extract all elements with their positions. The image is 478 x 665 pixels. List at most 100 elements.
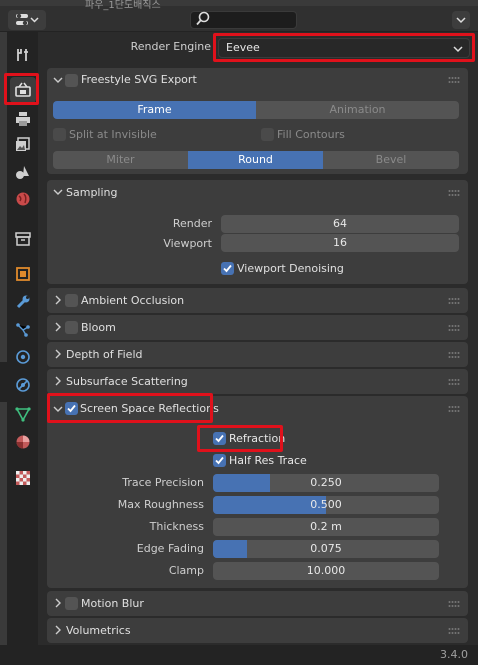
particles-icon (16, 323, 30, 337)
render-samples-field[interactable]: 64 (221, 215, 459, 233)
depth-of-field-panel[interactable]: Depth of Field (47, 342, 468, 367)
tab-physics[interactable] (10, 344, 36, 370)
chevron-down-icon (456, 17, 466, 24)
chevron-right-icon (55, 625, 61, 635)
edge-fading-slider[interactable]: 0.075 (213, 540, 439, 558)
viewport-denoising-label: Viewport Denoising (237, 262, 344, 275)
sampling-title: Sampling (66, 186, 118, 199)
ambient-occlusion-title: Ambient Occlusion (81, 294, 185, 307)
chevron-down-icon (53, 189, 63, 195)
viewport-samples-field[interactable]: 16 (221, 234, 459, 252)
trace-precision-slider[interactable]: 0.250 (213, 474, 439, 492)
animation-mode-tab[interactable]: Animation (256, 101, 459, 119)
texture-checker-icon (16, 471, 30, 485)
split-invisible-label: Split at Invisible (69, 128, 157, 141)
split-invisible-checkbox[interactable] (53, 128, 66, 141)
frame-mode-tab[interactable]: Frame (53, 101, 256, 119)
join-round-option[interactable]: Round (188, 151, 323, 169)
max-roughness-slider[interactable]: 0.500 (213, 496, 439, 514)
wrench-icon (16, 295, 30, 309)
tab-view-layer[interactable] (10, 132, 36, 158)
world-icon (16, 192, 30, 206)
render-samples-label: Render (172, 217, 212, 230)
join-bevel-option[interactable]: Bevel (323, 151, 459, 169)
status-bar (0, 645, 478, 665)
collection-box-icon (15, 232, 31, 246)
drag-grip-icon[interactable] (448, 405, 460, 413)
half-res-trace-checkbox[interactable] (213, 454, 226, 467)
fill-contours-label: Fill Contours (277, 128, 345, 141)
fill-contours-checkbox[interactable] (261, 128, 274, 141)
material-sphere-icon (16, 435, 30, 449)
tab-modifiers[interactable] (10, 289, 36, 315)
highlight-refraction (197, 425, 283, 452)
bloom-panel[interactable]: Bloom (47, 315, 468, 340)
ambient-occlusion-checkbox[interactable] (65, 294, 78, 307)
bloom-title: Bloom (81, 321, 116, 334)
freestyle-svg-header[interactable]: Freestyle SVG Export (47, 68, 468, 92)
behind-window-title: 파우_1단도배직스 (85, 0, 161, 11)
editor-type-button[interactable] (8, 10, 46, 30)
viewport-denoising-checkbox[interactable] (221, 262, 234, 275)
options-dropdown-button[interactable] (452, 11, 470, 29)
tab-constraints[interactable] (10, 372, 36, 398)
render-engine-label: Render Engine (130, 40, 211, 53)
physics-icon (16, 350, 30, 364)
printer-icon (16, 112, 30, 126)
motion-blur-checkbox[interactable] (65, 597, 78, 610)
scrollbar[interactable] (471, 36, 475, 636)
subsurface-scattering-title: Subsurface Scattering (66, 375, 188, 388)
freestyle-svg-checkbox[interactable] (65, 74, 78, 87)
checkmark-icon (223, 264, 232, 273)
ambient-occlusion-panel[interactable]: Ambient Occlusion (47, 288, 468, 313)
sampling-header[interactable]: Sampling (47, 180, 468, 204)
clamp-label: Clamp (168, 564, 204, 577)
tab-object[interactable] (10, 261, 36, 287)
half-res-trace-label: Half Res Trace (229, 454, 307, 467)
drag-grip-icon[interactable] (448, 76, 460, 84)
trace-precision-label: Trace Precision (122, 476, 204, 489)
tab-scene[interactable] (10, 159, 36, 185)
mesh-data-icon (15, 407, 31, 422)
clamp-field[interactable]: 10.000 (213, 562, 439, 580)
join-miter-option[interactable]: Miter (53, 151, 188, 169)
tab-world[interactable] (10, 186, 36, 212)
bloom-checkbox[interactable] (65, 321, 78, 334)
edge-fading-label: Edge Fading (136, 542, 204, 555)
tab-collection[interactable] (10, 226, 36, 252)
highlight-render-tab (4, 73, 39, 105)
image-layers-icon (16, 137, 30, 151)
chevron-right-icon (55, 349, 61, 359)
object-icon (16, 267, 30, 281)
tool-icon (17, 49, 28, 61)
freestyle-svg-panel: Freestyle SVG Export Frame Animation Spl… (47, 68, 468, 174)
drag-grip-icon[interactable] (448, 378, 460, 386)
drag-grip-icon[interactable] (448, 324, 460, 332)
motion-blur-title: Motion Blur (81, 597, 144, 610)
max-roughness-label: Max Roughness (117, 498, 204, 511)
tab-texture[interactable] (10, 465, 36, 491)
properties-editor-icon (16, 13, 39, 26)
chevron-down-icon (53, 77, 63, 83)
drag-grip-icon[interactable] (448, 351, 460, 359)
depth-of-field-title: Depth of Field (66, 348, 143, 361)
volumetrics-title: Volumetrics (66, 624, 131, 637)
version-label: 3.4.0 (440, 648, 468, 661)
drag-grip-icon[interactable] (448, 189, 460, 197)
drag-grip-icon[interactable] (448, 627, 460, 635)
tab-output[interactable] (10, 106, 36, 132)
tab-material[interactable] (10, 429, 36, 455)
volumetrics-panel[interactable]: Volumetrics (47, 618, 468, 643)
thickness-field[interactable]: 0.2 m (213, 518, 439, 536)
motion-blur-panel[interactable]: Motion Blur (47, 591, 468, 616)
subsurface-scattering-panel[interactable]: Subsurface Scattering (47, 369, 468, 394)
tab-data[interactable] (10, 401, 36, 427)
highlight-ssr-header (47, 393, 213, 423)
viewport-samples-label: Viewport (163, 237, 212, 250)
tab-tool[interactable] (10, 42, 36, 68)
drag-grip-icon[interactable] (448, 297, 460, 305)
tab-particles[interactable] (10, 317, 36, 343)
checkmark-icon (215, 456, 224, 465)
drag-grip-icon[interactable] (448, 600, 460, 608)
chevron-right-icon (55, 322, 61, 332)
